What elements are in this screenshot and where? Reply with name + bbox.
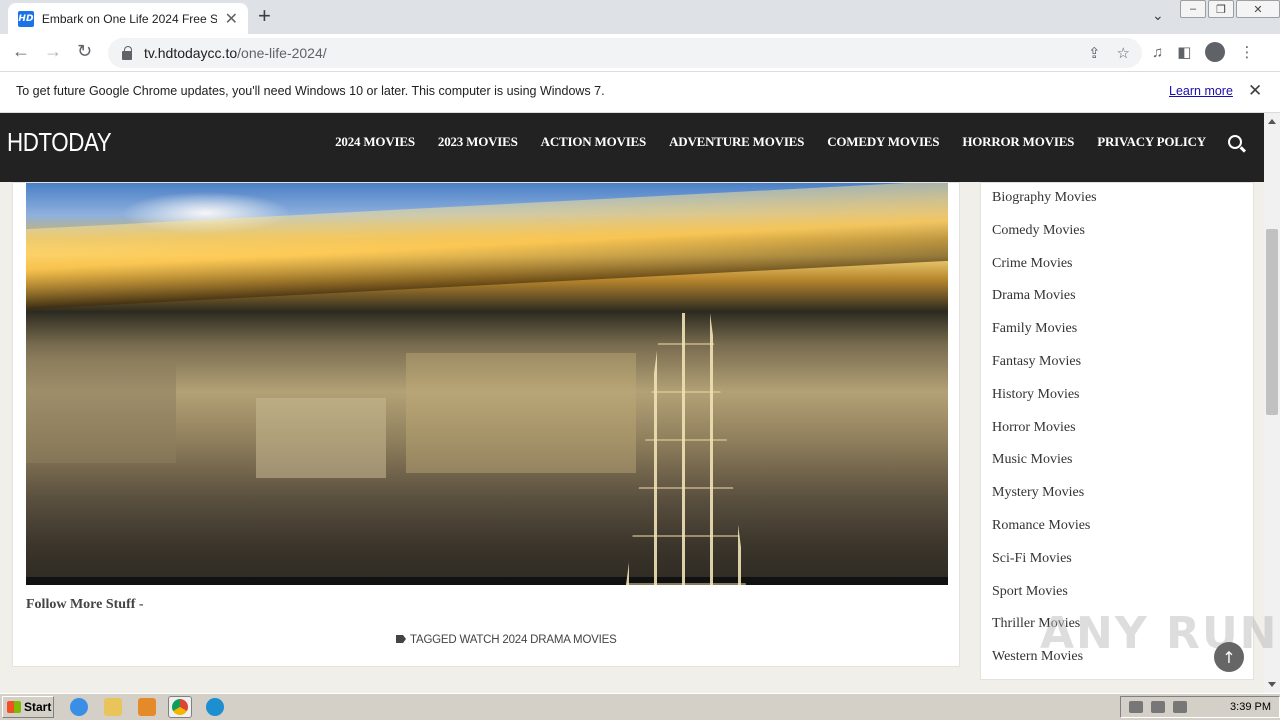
follow-text: Follow More Stuff - [26,597,144,612]
genre-link-fantasy[interactable]: Fantasy Movies [992,353,1097,386]
file-explorer-icon[interactable] [104,698,122,716]
post-content: Follow More Stuff - TAGGED WATCH 2024 DR… [12,182,960,667]
genre-link-drama[interactable]: Drama Movies [992,287,1097,320]
nav-item-privacy-policy[interactable]: PRIVACY POLICY [1097,134,1206,150]
site-header: HDTODAY 2024 MOVIES 2023 MOVIES ACTION M… [0,113,1264,182]
genre-link-scifi[interactable]: Sci-Fi Movies [992,550,1097,583]
side-panel-icon[interactable]: ◧ [1177,43,1191,61]
windows-taskbar: Start 3:39 PM [0,693,1280,720]
volume-icon[interactable] [1129,701,1143,713]
chrome-icon [172,699,188,715]
tab-title: Embark on One Life 2024 Free Strea [41,11,217,26]
tab-search-chevron-icon[interactable]: ⌄ [1152,7,1164,24]
infobar-close-icon[interactable]: ✕ [1248,81,1262,101]
genre-link-biography[interactable]: Biography Movies [992,189,1097,222]
update-infobar: To get future Google Chrome updates, you… [0,72,1280,113]
genre-link-music[interactable]: Music Movies [992,451,1097,484]
post-tags: TAGGED WATCH 2024 DRAMA MOVIES [396,634,617,646]
movie-still-image [26,183,948,585]
tag-icon [396,635,406,643]
lock-icon[interactable] [122,45,132,60]
tab-strip: HD Embark on One Life 2024 Free Strea ✕ … [0,0,1280,34]
genre-link-comedy[interactable]: Comedy Movies [992,222,1097,255]
image-tower [626,313,746,585]
infobar-message: To get future Google Chrome updates, you… [16,84,605,98]
start-button[interactable]: Start [2,696,54,718]
window-close-icon[interactable]: ✕ [1236,0,1280,18]
network-icon[interactable] [1151,701,1165,713]
page-scrollbar[interactable] [1264,113,1280,693]
media-player-icon[interactable] [138,698,156,716]
genre-link-mystery[interactable]: Mystery Movies [992,484,1097,517]
media-controls-icon[interactable]: ♫ [1152,44,1163,61]
genre-link-crime[interactable]: Crime Movies [992,255,1097,288]
image-building [256,398,386,478]
menu-kebab-icon[interactable]: ⋮ [1239,43,1254,61]
nav-item-2023-movies[interactable]: 2023 MOVIES [438,134,518,150]
restore-icon[interactable]: ❐ [1208,0,1234,18]
main-nav: 2024 MOVIES 2023 MOVIES ACTION MOVIES AD… [312,134,1242,150]
reload-icon[interactable]: ↻ [77,41,92,62]
window-controls: – ❐ ✕ [1180,0,1280,18]
site-logo[interactable]: HDTODAY [7,127,112,158]
clock[interactable]: 3:39 PM [1230,701,1271,713]
genre-link-romance[interactable]: Romance Movies [992,517,1097,550]
genre-sidebar: Biography Movies Comedy Movies Crime Mov… [980,182,1254,680]
image-building [406,353,636,473]
internet-explorer-icon[interactable] [70,698,88,716]
chrome-taskbar-button[interactable] [168,696,192,718]
scroll-up-arrow-icon[interactable] [1268,119,1276,124]
forward-icon[interactable]: → [44,41,62,62]
nav-item-horror-movies[interactable]: HORROR MOVIES [962,134,1074,150]
genre-link-family[interactable]: Family Movies [992,320,1097,353]
genre-link-history[interactable]: History Movies [992,386,1097,419]
image-building [26,363,176,463]
site-favicon-icon: HD [18,10,34,27]
genre-link-horror[interactable]: Horror Movies [992,419,1097,452]
nav-item-action-movies[interactable]: ACTION MOVIES [541,134,647,150]
scroll-to-top-button[interactable]: ↑ [1214,642,1244,672]
address-bar[interactable]: tv.hdtodaycc.to/one-life-2024/ ⇪ ☆ [108,38,1142,68]
new-tab-icon[interactable]: + [258,5,271,27]
tagged-label: TAGGED [410,634,457,646]
minimize-icon[interactable]: – [1180,0,1206,18]
image-gold-band [26,183,948,310]
tag-link[interactable]: WATCH 2024 DRAMA MOVIES [460,634,617,646]
scrollbar-thumb[interactable] [1266,229,1278,415]
bookmark-star-icon[interactable]: ☆ [1117,44,1130,62]
browser-toolbar: ← → ↻ tv.hdtodaycc.to/one-life-2024/ ⇪ ☆… [0,34,1280,72]
browser-tab[interactable]: HD Embark on One Life 2024 Free Strea ✕ [8,3,248,34]
profile-avatar-icon[interactable] [1205,42,1226,62]
nav-item-2024-movies[interactable]: 2024 MOVIES [335,134,415,150]
share-icon[interactable]: ⇪ [1088,44,1101,62]
nav-item-comedy-movies[interactable]: COMEDY MOVIES [827,134,939,150]
tab-close-icon[interactable]: ✕ [225,9,238,29]
search-icon[interactable] [1228,135,1242,149]
nav-item-adventure-movies[interactable]: ADVENTURE MOVIES [669,134,804,150]
start-label: Start [24,700,52,714]
learn-more-link[interactable]: Learn more [1169,84,1233,98]
edge-icon[interactable] [206,698,224,716]
windows-logo-icon [7,701,21,713]
back-icon[interactable]: ← [12,41,30,62]
scroll-down-arrow-icon[interactable] [1268,682,1276,687]
url-text[interactable]: tv.hdtodaycc.to/one-life-2024/ [144,45,327,61]
action-center-flag-icon[interactable] [1173,701,1187,713]
system-tray: 3:39 PM [1120,696,1280,718]
